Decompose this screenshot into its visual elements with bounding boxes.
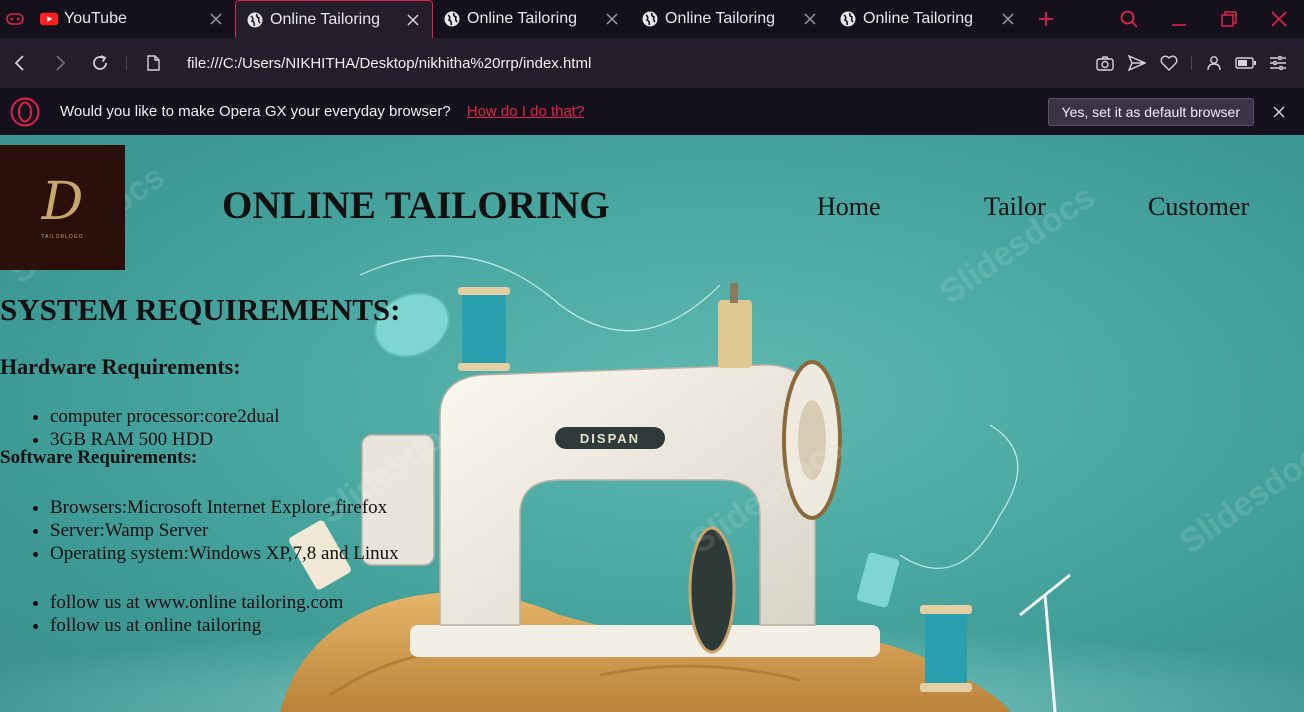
bookmark-button[interactable] <box>1153 38 1185 88</box>
dismiss-notification-button[interactable] <box>1254 105 1304 118</box>
camera-icon <box>1096 55 1114 71</box>
close-icon <box>1273 105 1285 118</box>
list-item: follow us at online tailoring <box>50 614 343 637</box>
heart-icon <box>1160 55 1178 71</box>
system-requirements-heading: SYSTEM REQUIREMENTS: <box>0 292 401 327</box>
settings-sliders-icon <box>1270 55 1286 71</box>
list-item: Server:Wamp Server <box>50 519 399 542</box>
follow-list: follow us at www.online tailoring.com fo… <box>50 591 343 637</box>
search-tabs-button[interactable] <box>1104 0 1154 38</box>
chevron-left-icon <box>14 55 24 71</box>
minimize-button[interactable] <box>1154 0 1204 38</box>
software-list: Browsers:Microsoft Internet Explore,fire… <box>50 496 399 565</box>
site-title: ONLINE TAILORING <box>222 184 610 227</box>
minimize-icon <box>1172 24 1186 26</box>
list-item: computer processor:core2dual <box>50 405 280 428</box>
set-default-browser-button[interactable]: Yes, set it as default browser <box>1047 97 1254 126</box>
svg-text:DISPAN: DISPAN <box>580 431 640 446</box>
tab-title: Online Tailoring <box>665 10 775 27</box>
restore-icon <box>1221 11 1237 27</box>
software-requirements-heading: Software Requirements: <box>0 447 198 468</box>
new-tab-button[interactable] <box>1027 0 1065 38</box>
close-icon[interactable] <box>801 10 819 28</box>
address-bar: file:///C:/Users/NIKHITHA/Desktop/nikhit… <box>0 38 1304 88</box>
tab-title: YouTube <box>64 10 127 27</box>
divider <box>1191 56 1192 70</box>
tab-youtube[interactable]: YouTube <box>30 0 235 38</box>
user-icon <box>1207 56 1221 71</box>
site-logo[interactable]: D TAILORLOGO <box>0 145 125 270</box>
tab-title: Online Tailoring <box>270 10 380 28</box>
url-field[interactable]: file:///C:/Users/NIKHITHA/Desktop/nikhit… <box>187 55 1089 72</box>
default-browser-notification: Would you like to make Opera GX your eve… <box>0 88 1304 135</box>
send-button[interactable] <box>1121 38 1153 88</box>
gx-controller-icon[interactable] <box>0 0 30 38</box>
how-to-link[interactable]: How do I do that? <box>467 103 585 120</box>
chevron-right-icon <box>56 55 66 71</box>
easy-setup-button[interactable] <box>1262 38 1294 88</box>
tab-online-tailoring[interactable]: Online Tailoring <box>631 0 829 38</box>
divider <box>126 56 127 70</box>
nav-tailor-link[interactable]: Tailor <box>984 192 1046 222</box>
globe-icon <box>246 11 264 29</box>
globe-icon <box>641 10 659 28</box>
snapshot-button[interactable] <box>1089 38 1121 88</box>
battery-icon <box>1235 57 1256 69</box>
file-icon <box>146 55 160 71</box>
reload-icon <box>93 55 107 70</box>
search-icon <box>1120 10 1138 28</box>
close-icon <box>1271 11 1287 27</box>
nav-home-link[interactable]: Home <box>817 192 881 222</box>
globe-icon <box>443 10 461 28</box>
page-info-button[interactable] <box>133 38 173 88</box>
list-item: follow us at www.online tailoring.com <box>50 591 343 614</box>
logo-monogram: D <box>41 171 84 232</box>
reload-button[interactable] <box>80 38 120 88</box>
send-icon <box>1128 55 1146 71</box>
list-item: Browsers:Microsoft Internet Explore,fire… <box>50 496 399 519</box>
plus-icon <box>1039 12 1053 26</box>
tab-strip-spacer <box>1065 0 1104 38</box>
notification-message: Would you like to make Opera GX your eve… <box>60 103 451 120</box>
tab-online-tailoring[interactable]: Online Tailoring <box>829 0 1027 38</box>
battery-saver-button[interactable] <box>1230 38 1262 88</box>
list-item: Operating system:Windows XP,7,8 and Linu… <box>50 542 399 565</box>
close-icon[interactable] <box>207 10 225 28</box>
tab-online-tailoring[interactable]: Online Tailoring <box>433 0 631 38</box>
hardware-list: computer processor:core2dual 3GB RAM 500… <box>50 405 280 451</box>
globe-icon <box>839 10 857 28</box>
tab-online-tailoring-active[interactable]: Online Tailoring <box>235 0 433 38</box>
tab-strip: YouTube Online Tailoring Online Tailorin… <box>0 0 1304 38</box>
back-button[interactable] <box>0 38 40 88</box>
close-icon[interactable] <box>603 10 621 28</box>
youtube-icon <box>40 10 58 28</box>
close-window-button[interactable] <box>1254 0 1304 38</box>
nav-customer-link[interactable]: Customer <box>1148 192 1249 222</box>
svg-text:Slidesdocs: Slidesdocs <box>1173 427 1304 561</box>
tab-title: Online Tailoring <box>863 10 973 27</box>
hardware-requirements-heading: Hardware Requirements: <box>0 354 241 379</box>
logo-text: TAILORLOGO <box>41 233 84 240</box>
profile-button[interactable] <box>1198 38 1230 88</box>
opera-logo-icon <box>10 97 40 127</box>
web-page: DISPAN Slidesdocs Slidesdocs Slidesdocs <box>0 135 1304 712</box>
close-icon[interactable] <box>404 11 422 29</box>
restore-button[interactable] <box>1204 0 1254 38</box>
forward-button[interactable] <box>40 38 80 88</box>
tab-title: Online Tailoring <box>467 10 577 27</box>
close-icon[interactable] <box>999 10 1017 28</box>
